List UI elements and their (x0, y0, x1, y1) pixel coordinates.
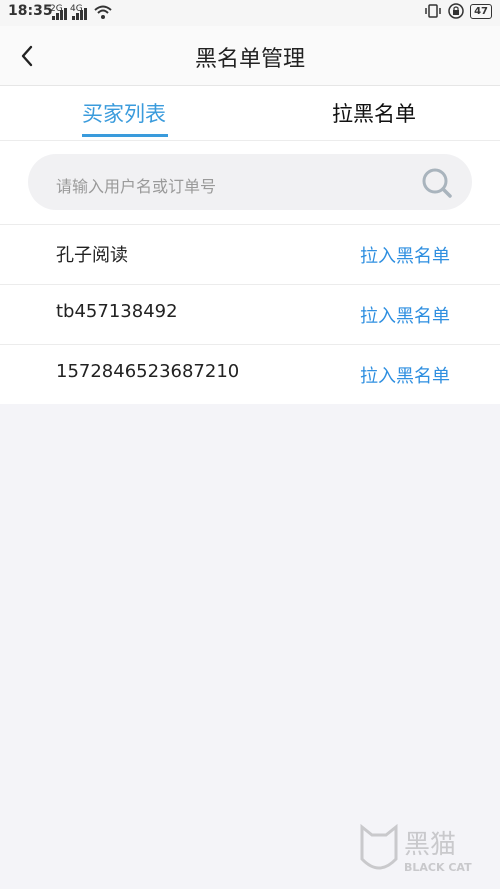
cat-logo-icon: 黑猫 BLACK CAT (360, 823, 472, 874)
status-bar: 18:35 2G 4G 47 (0, 0, 500, 26)
wifi-icon (94, 5, 112, 19)
battery-indicator: 47 (470, 3, 492, 19)
search-placeholder: 请输入用户名或订单号 (56, 177, 217, 196)
tab-bar: 买家列表 拉黑名单 (0, 86, 500, 141)
list-item: 1572846523687210 拉入黑名单 (0, 344, 500, 404)
buyer-name: 1572846523687210 (56, 361, 240, 382)
search-icon[interactable] (420, 166, 454, 200)
tab-blacklist[interactable]: 拉黑名单 (332, 98, 416, 128)
nav-header: 黑名单管理 (0, 26, 500, 86)
active-tab-indicator (82, 134, 168, 137)
signal-icon (72, 8, 87, 20)
lock-rotation-icon (448, 3, 464, 19)
buyer-list: 孔子阅读 拉入黑名单 tb457138492 拉入黑名单 15728465236… (0, 224, 500, 404)
tab-buyer-list[interactable]: 买家列表 (82, 98, 166, 128)
buyer-name: 孔子阅读 (56, 245, 128, 266)
list-item: 孔子阅读 拉入黑名单 (0, 224, 500, 284)
add-to-blacklist-button[interactable]: 拉入黑名单 (360, 362, 450, 388)
vibrate-icon (425, 4, 441, 18)
watermark-sub-text: BLACK CAT (404, 861, 472, 874)
list-item: tb457138492 拉入黑名单 (0, 284, 500, 344)
status-time: 18:35 (8, 3, 53, 19)
add-to-blacklist-button[interactable]: 拉入黑名单 (360, 302, 450, 328)
signal-icon (52, 8, 67, 20)
black-cat-watermark: 黑猫 BLACK CAT (356, 819, 486, 879)
buyer-name: tb457138492 (56, 301, 178, 322)
add-to-blacklist-button[interactable]: 拉入黑名单 (360, 242, 450, 268)
search-area: 请输入用户名或订单号 (0, 141, 500, 224)
search-input[interactable]: 请输入用户名或订单号 (28, 154, 472, 210)
page-title: 黑名单管理 (194, 47, 305, 72)
watermark-main-text: 黑猫 (404, 830, 456, 860)
